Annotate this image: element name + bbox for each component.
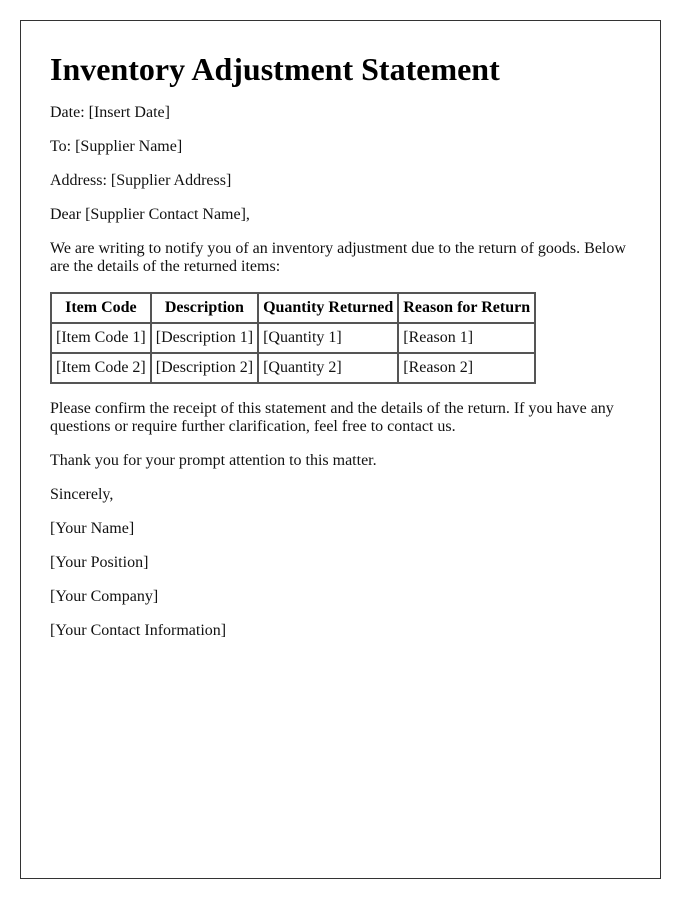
header-quantity-returned: Quantity Returned xyxy=(257,292,400,324)
cell-reason: [Reason 1] xyxy=(397,322,537,354)
signature-position: [Your Position] xyxy=(50,554,149,571)
table-row: [Item Code 1] [Description 1] [Quantity … xyxy=(50,322,537,354)
cell-quantity: [Quantity 1] xyxy=(257,322,400,354)
document-content: Inventory Adjustment Statement Date: [In… xyxy=(50,21,630,640)
intro-paragraph: We are writing to notify you of an inven… xyxy=(50,240,626,275)
cell-quantity: [Quantity 2] xyxy=(257,352,400,384)
thanks-line: Thank you for your prompt attention to t… xyxy=(50,452,377,469)
table-header-row: Item Code Description Quantity Returned … xyxy=(50,292,537,324)
closing-line: Sincerely, xyxy=(50,486,114,503)
signature-contact: [Your Contact Information] xyxy=(50,622,227,639)
header-item-code: Item Code xyxy=(50,292,152,324)
cell-reason: [Reason 2] xyxy=(397,352,537,384)
returned-items-table: Item Code Description Quantity Returned … xyxy=(50,292,537,384)
signature-name: [Your Name] xyxy=(50,520,135,537)
signature-company: [Your Company] xyxy=(50,588,159,605)
document-title: Inventory Adjustment Statement xyxy=(50,51,500,87)
to-line: To: [Supplier Name] xyxy=(50,138,183,155)
document-page: Inventory Adjustment Statement Date: [In… xyxy=(20,20,661,879)
header-description: Description xyxy=(149,292,260,324)
cell-item-code: [Item Code 2] xyxy=(50,352,152,384)
cell-description: [Description 2] xyxy=(149,352,260,384)
header-reason-for-return: Reason for Return xyxy=(397,292,537,324)
address-line: Address: [Supplier Address] xyxy=(50,172,232,189)
date-line: Date: [Insert Date] xyxy=(50,104,170,121)
salutation: Dear [Supplier Contact Name], xyxy=(50,206,250,223)
cell-item-code: [Item Code 1] xyxy=(50,322,152,354)
confirm-paragraph: Please confirm the receipt of this state… xyxy=(50,400,614,435)
cell-description: [Description 1] xyxy=(149,322,260,354)
table-row: [Item Code 2] [Description 2] [Quantity … xyxy=(50,352,537,384)
